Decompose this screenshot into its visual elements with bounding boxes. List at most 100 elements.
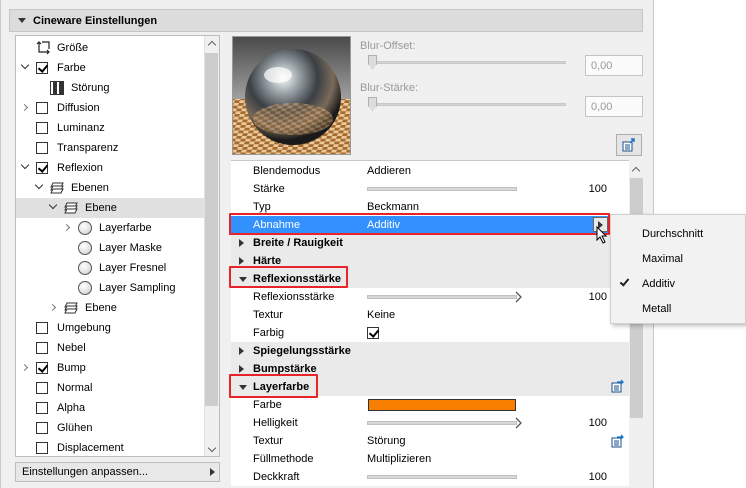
section-label: Breite / Rauigkeit <box>253 237 343 249</box>
scroll-up-icon[interactable] <box>207 40 217 50</box>
property-number[interactable]: 100 <box>589 183 607 195</box>
tree-item[interactable]: Nebel <box>16 338 205 358</box>
expand-down-icon[interactable] <box>48 200 58 210</box>
section-collapsed-icon[interactable] <box>239 257 244 265</box>
tree-item-label: Luminanz <box>57 122 105 134</box>
tree-item[interactable]: Glühen <box>16 418 205 438</box>
expand-right-icon[interactable] <box>20 363 29 372</box>
tree-checkbox[interactable] <box>36 442 48 454</box>
property-row[interactable]: Textur Störung <box>231 432 629 450</box>
tree-checkbox[interactable] <box>36 422 48 434</box>
tree-checkbox[interactable] <box>36 342 48 354</box>
property-value[interactable]: Addieren <box>367 165 411 177</box>
property-value[interactable]: Störung <box>367 435 406 447</box>
property-section[interactable]: Spiegelungsstärke <box>231 342 629 360</box>
popup-item[interactable]: Maximal <box>611 246 745 271</box>
tree-item[interactable]: Transparenz <box>16 138 205 158</box>
blur-offset-slider[interactable] <box>372 61 566 64</box>
tree-checkbox[interactable] <box>36 102 48 114</box>
tree-item[interactable]: Ebenen <box>16 178 205 198</box>
tree-item[interactable]: Luminanz <box>16 118 205 138</box>
tree-checkbox[interactable] <box>36 382 48 394</box>
tree-item[interactable]: Bump <box>16 358 205 378</box>
property-row[interactable]: Füllmethode Multiplizieren <box>231 450 629 468</box>
tree-item-label: Ebene <box>85 202 117 214</box>
tree-checkbox[interactable] <box>36 62 48 74</box>
property-value[interactable]: Keine <box>367 309 395 321</box>
tree-item[interactable]: Layer Maske <box>16 238 205 258</box>
tree-checkbox[interactable] <box>36 162 48 174</box>
popup-item[interactable]: Metall <box>611 296 745 321</box>
section-collapsed-icon[interactable] <box>239 347 244 355</box>
export-button[interactable] <box>616 134 642 156</box>
layer-shader-icon[interactable] <box>611 379 625 393</box>
property-value[interactable]: Beckmann <box>367 201 419 213</box>
property-row[interactable]: Farbe <box>231 396 629 414</box>
expand-down-icon[interactable] <box>34 180 44 190</box>
tree-item[interactable]: Farbe <box>16 58 205 78</box>
blur-strength-field[interactable]: 0,00 <box>585 96 643 117</box>
tree-checkbox[interactable] <box>36 142 48 154</box>
popup-item[interactable]: Durchschnitt <box>611 221 745 246</box>
property-slider[interactable] <box>367 421 517 425</box>
tree-item[interactable]: Displacement <box>16 438 205 456</box>
property-row[interactable]: Farbig <box>231 324 629 342</box>
scroll-up-icon[interactable] <box>631 166 641 176</box>
tree-item[interactable]: Ebene <box>16 298 205 318</box>
tree-item[interactable]: Normal <box>16 378 205 398</box>
property-label: Typ <box>253 201 271 213</box>
blur-strength-label: Blur-Stärke: <box>360 82 419 94</box>
layer-shader-icon[interactable] <box>611 434 625 448</box>
tree-checkbox[interactable] <box>36 122 48 134</box>
blur-strength-slider[interactable] <box>372 103 566 106</box>
property-row[interactable]: Helligkeit 100 <box>231 414 629 432</box>
layer-sphere-icon <box>78 221 92 235</box>
tree-item[interactable]: Ebene <box>16 198 205 218</box>
expand-down-icon[interactable] <box>20 60 30 70</box>
scroll-down-icon[interactable] <box>207 443 217 453</box>
property-number[interactable]: 100 <box>589 291 607 303</box>
panel-header[interactable]: Cineware Einstellungen <box>9 9 643 32</box>
property-slider[interactable] <box>367 475 517 479</box>
expand-right-icon[interactable] <box>48 303 57 312</box>
expand-right-icon[interactable] <box>20 103 29 112</box>
tree-item[interactable]: Diffusion <box>16 98 205 118</box>
slider-thumb[interactable] <box>515 291 523 303</box>
property-slider[interactable] <box>367 295 517 299</box>
tree-item-label: Normal <box>57 382 93 394</box>
property-value[interactable]: Multiplizieren <box>367 453 431 465</box>
color-swatch[interactable] <box>368 399 516 411</box>
property-section[interactable]: Breite / Rauigkeit <box>231 234 629 252</box>
tree-item[interactable]: Layer Sampling <box>16 278 205 298</box>
tree-item[interactable]: Reflexion <box>16 158 205 178</box>
customize-settings-button[interactable]: Einstellungen anpassen... <box>15 462 220 482</box>
tree-checkbox[interactable] <box>36 322 48 334</box>
property-slider[interactable] <box>367 187 517 191</box>
expand-right-icon[interactable] <box>62 223 71 232</box>
property-label: Füllmethode <box>253 453 314 465</box>
tree-item-label: Nebel <box>57 342 86 354</box>
property-row[interactable]: Stärke 100 <box>231 180 629 198</box>
property-row[interactable]: Deckkraft 100 <box>231 468 629 486</box>
tree-item[interactable]: Störung <box>16 78 205 98</box>
property-row[interactable]: Reflexionsstärke 100 <box>231 288 629 306</box>
property-row[interactable]: Textur Keine <box>231 306 629 324</box>
popup-item[interactable]: Additiv <box>611 271 745 296</box>
expand-down-icon[interactable] <box>20 160 30 170</box>
tree-item[interactable]: Umgebung <box>16 318 205 338</box>
tree-item[interactable]: Alpha <box>16 398 205 418</box>
property-number[interactable]: 100 <box>589 417 607 429</box>
section-collapsed-icon[interactable] <box>239 365 244 373</box>
property-checkbox[interactable] <box>367 327 379 339</box>
tree-scroll-thumb[interactable] <box>205 53 218 406</box>
tree-checkbox[interactable] <box>36 362 48 374</box>
section-collapsed-icon[interactable] <box>239 239 244 247</box>
tree-item[interactable]: Layer Fresnel <box>16 258 205 278</box>
tree-item[interactable]: Layerfarbe <box>16 218 205 238</box>
property-number[interactable]: 100 <box>589 471 607 483</box>
tree-checkbox[interactable] <box>36 402 48 414</box>
property-row[interactable]: Blendemodus Addieren <box>231 162 629 180</box>
blur-offset-field[interactable]: 0,00 <box>585 55 643 76</box>
slider-thumb[interactable] <box>515 417 523 429</box>
tree-item[interactable]: Größe <box>16 38 205 58</box>
